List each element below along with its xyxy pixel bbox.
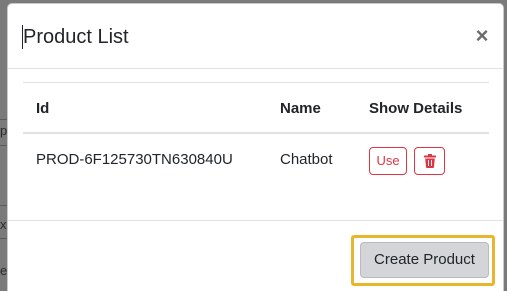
product-id-cell: PROD-6F125730TN630840U xyxy=(36,151,233,168)
table-top-border xyxy=(23,82,489,83)
table-header-border xyxy=(23,132,489,134)
use-button[interactable]: Use xyxy=(369,147,407,175)
column-header-show-details: Show Details xyxy=(369,100,463,117)
modal-footer-border xyxy=(8,220,503,221)
close-icon: × xyxy=(475,23,489,48)
close-button[interactable]: × xyxy=(471,23,493,49)
column-header-id: Id xyxy=(36,100,50,117)
trash-icon xyxy=(424,154,436,168)
create-product-button[interactable]: Create Product xyxy=(360,242,489,278)
modal-header: Product List × xyxy=(8,4,503,69)
delete-button[interactable] xyxy=(414,147,445,175)
column-header-name: Name xyxy=(280,100,321,117)
product-list-modal: Product List × Id Name Show Details PROD… xyxy=(7,3,504,291)
modal-title: Product List xyxy=(23,26,129,48)
product-name-cell: Chatbot xyxy=(280,151,333,168)
